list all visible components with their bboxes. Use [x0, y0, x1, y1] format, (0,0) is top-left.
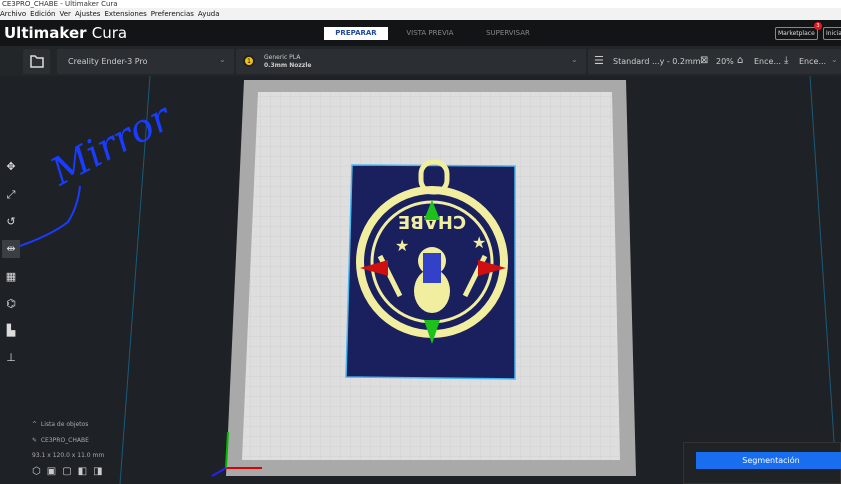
menu-extensiones[interactable]: Extensiones: [104, 8, 146, 20]
extruder-icon: 1: [243, 55, 255, 67]
front-view-icon[interactable]: ▣: [47, 466, 62, 477]
tree-support-icon[interactable]: ⊥: [2, 349, 20, 367]
menu-ayuda[interactable]: Ayuda: [198, 8, 220, 20]
slice-panel: Segmentación: [683, 442, 841, 484]
chevron-up-icon: ^: [32, 421, 38, 428]
top-view-icon[interactable]: ▢: [62, 466, 77, 477]
support-value: Ence...: [754, 57, 782, 66]
open-file-button[interactable]: [23, 49, 50, 74]
3d-viewport[interactable]: CHABE ★ ★ Mirror ✥ ⤢ ↺ ⇹ ▦ ⌬ ▙ ⊥: [0, 76, 841, 484]
toolbar: Creality Ender-3 Pro ⌄ 1 Generic PLA 0.3…: [0, 46, 841, 76]
marketplace-badge: 3: [814, 22, 822, 30]
object-name[interactable]: ✎ CE3PRO_CHABE: [32, 437, 89, 444]
layer-tool-icon[interactable]: ▙: [2, 322, 20, 340]
chevron-down-icon: ⌄: [219, 55, 226, 64]
tab-preparar[interactable]: PREPARAR: [324, 27, 388, 40]
nozzle-size: 0.3mm Nozzle: [264, 62, 312, 69]
menu-ajustes[interactable]: Ajustes: [75, 8, 101, 20]
edit-icon: ✎: [32, 437, 38, 444]
view-buttons[interactable]: ⬡▣▢◧◨: [32, 466, 109, 477]
mirror-tool-icon[interactable]: ⇹: [2, 240, 20, 258]
logo: Ultimaker Cura: [4, 24, 128, 42]
object-dimensions: 93.1 x 120.0 x 11.0 mm: [32, 452, 105, 459]
adhesion-value: Ence...: [799, 57, 827, 66]
build-plate-scene: CHABE ★ ★ Mirror: [13, 76, 836, 484]
material-name: Generic PLA: [264, 54, 301, 61]
settings-sliders-icon: ☰: [594, 54, 604, 67]
folder-icon: [30, 55, 44, 68]
per-model-settings-icon[interactable]: ▦: [2, 268, 20, 286]
right-view-icon[interactable]: ◨: [93, 466, 108, 477]
marketplace-button[interactable]: Marketplace: [775, 27, 818, 40]
menu-ver[interactable]: Ver: [60, 8, 71, 20]
window-title: CE3PRO_CHABE - Ultimaker Cura: [0, 0, 841, 8]
object-list-toggle[interactable]: ^ Lista de objetos: [32, 421, 88, 428]
adhesion-icon: ⤓: [784, 55, 789, 66]
tab-supervisar[interactable]: SUPERVISAR: [476, 27, 540, 40]
menu-bar: Archivo Edición Ver Ajustes Extensiones …: [0, 8, 841, 20]
3d-view-icon[interactable]: ⬡: [32, 466, 47, 477]
infill-icon: ⊠: [700, 55, 709, 66]
infill-value: 20%: [716, 57, 734, 66]
move-tool-icon[interactable]: ✥: [2, 158, 20, 176]
object-list-header: Lista de objetos: [40, 421, 89, 428]
app-header: Ultimaker Cura PREPARAR VISTA PREVIA SUP…: [0, 20, 841, 46]
menu-archivo[interactable]: Archivo: [0, 8, 26, 20]
print-settings-selector[interactable]: ☰ Standard ...y - 0.2mm ⊠ 20% ⌂ Ence... …: [588, 49, 841, 74]
signin-button[interactable]: Iniciar: [823, 27, 841, 40]
tab-vista-previa[interactable]: VISTA PREVIA: [398, 27, 462, 40]
profile-name: Standard ...y - 0.2mm: [613, 57, 701, 66]
chevron-down-icon: ⌄: [571, 55, 578, 64]
menu-edicion[interactable]: Edición: [30, 8, 55, 20]
slice-button[interactable]: Segmentación: [696, 452, 841, 469]
support-icon: ⌂: [737, 55, 744, 66]
handwritten-annotation: Mirror: [43, 93, 180, 194]
support-blocker-icon[interactable]: ⌬: [2, 295, 20, 313]
svg-text:★: ★: [395, 236, 409, 255]
printer-selector[interactable]: Creality Ender-3 Pro ⌄: [57, 49, 234, 74]
menu-preferencias[interactable]: Preferencias: [151, 8, 194, 20]
chevron-down-icon: ⌄: [831, 55, 838, 64]
printer-name: Creality Ender-3 Pro: [68, 57, 148, 66]
material-selector[interactable]: 1 Generic PLA 0.3mm Nozzle ⌄: [236, 49, 586, 74]
svg-text:★: ★: [472, 233, 486, 252]
rotate-tool-icon[interactable]: ↺: [2, 213, 20, 231]
scale-tool-icon[interactable]: ⤢: [2, 186, 20, 204]
left-view-icon[interactable]: ◧: [78, 466, 93, 477]
